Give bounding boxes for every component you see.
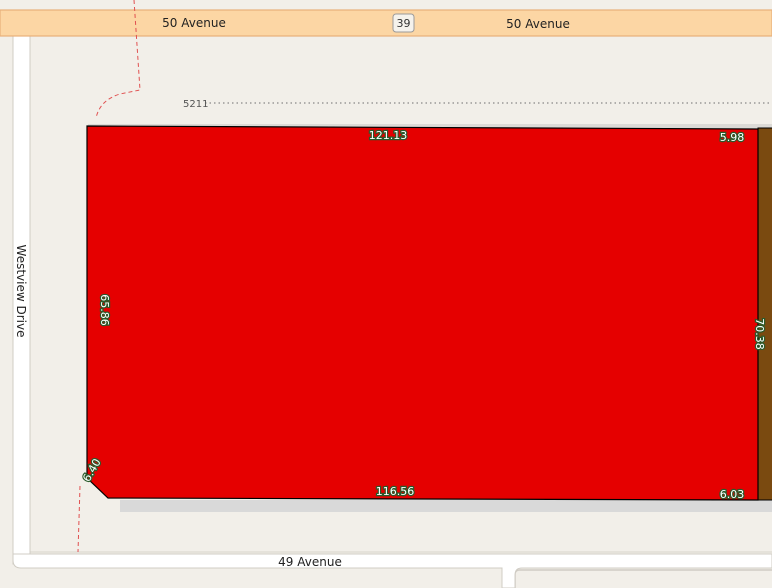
selected-parcel[interactable] [86, 125, 759, 501]
50-avenue-road[interactable] [0, 9, 772, 37]
dimension-south: 116.56 [376, 485, 415, 498]
block-south-right [514, 569, 772, 588]
road-label-50-avenue-left: 50 Avenue [162, 16, 226, 30]
adjacent-parcel[interactable] [757, 127, 772, 501]
route-shield-number: 39 [397, 17, 411, 30]
building-strip-south [120, 500, 772, 512]
route-shield: 39 [392, 13, 415, 33]
road-label-49-avenue: 49 Avenue [278, 555, 342, 569]
road-label-50-avenue-right: 50 Avenue [506, 17, 570, 31]
map-canvas[interactable]: 39 50 Avenue 50 Avenue 49 Avenue Westvie… [0, 0, 772, 588]
address-label: 5211 [183, 99, 208, 110]
dimension-north: 121.13 [369, 129, 408, 142]
dimension-east: 70.38 [753, 318, 766, 350]
dimension-west: 65.86 [98, 294, 111, 326]
dimension-south-east: 6.03 [720, 488, 745, 501]
dimension-north-east: 5.98 [720, 131, 745, 144]
road-label-westview-drive: Westview Drive [14, 245, 28, 338]
